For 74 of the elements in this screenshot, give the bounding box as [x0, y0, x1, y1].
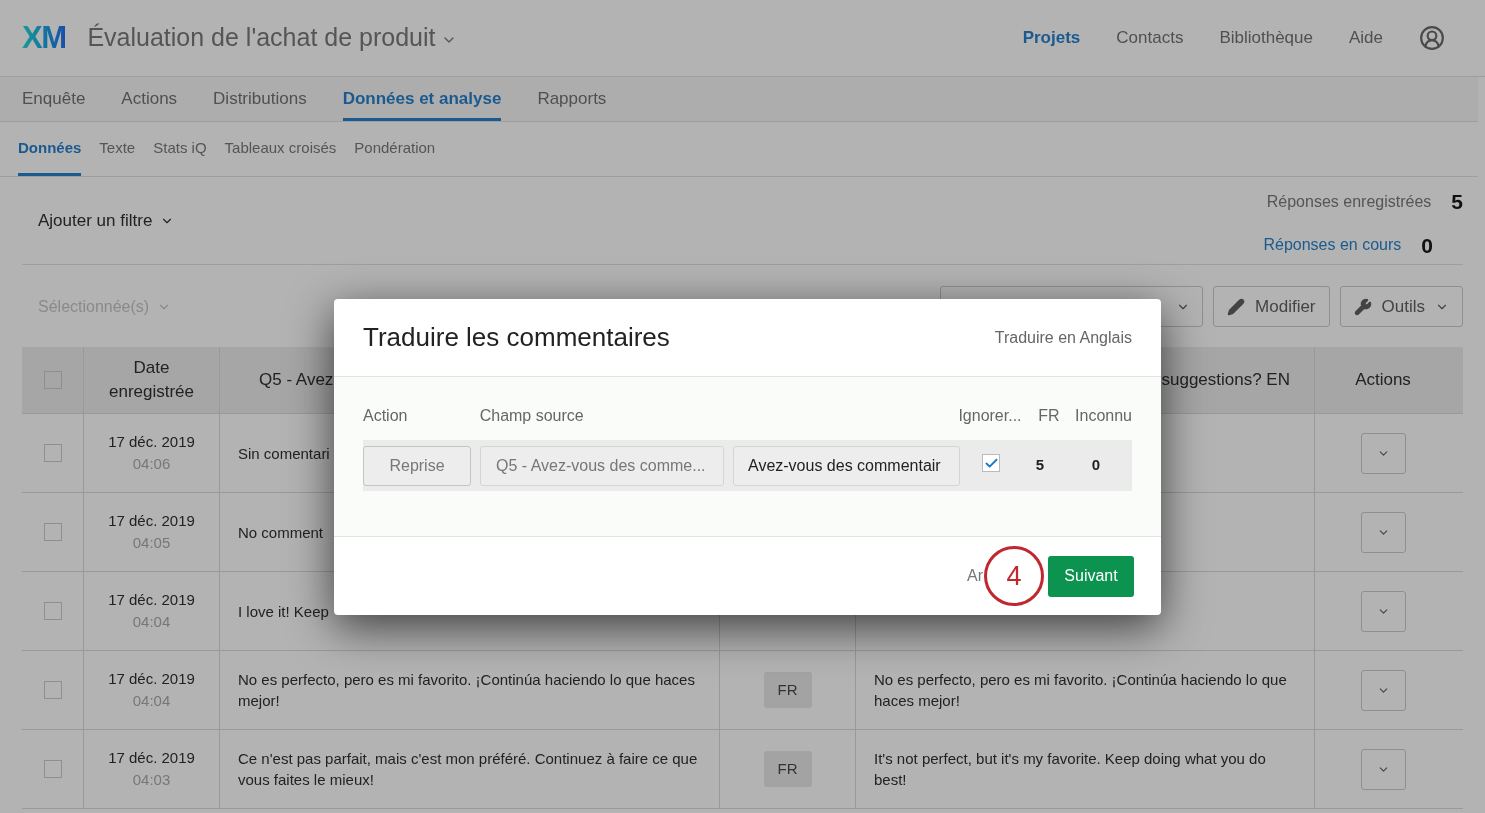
time-text: 04:03 — [132, 770, 171, 790]
subtab[interactable]: Texte — [99, 122, 136, 176]
target-language: Traduire en Anglais — [994, 327, 1132, 348]
table-cell-text: It's not perfect, but it's my favorite. Keep doing what you do best! — [874, 749, 1267, 790]
column-header: Ignorer... — [958, 406, 1023, 426]
project-title[interactable]: Évaluation de l'achat de produit — [87, 19, 436, 57]
checkbox[interactable] — [43, 523, 62, 541]
checkbox[interactable] — [43, 602, 62, 620]
count-value: 5 — [1451, 189, 1463, 215]
subtab[interactable]: Tableaux croisés — [224, 122, 337, 176]
date-text: 17 déc. 2019 — [108, 589, 195, 610]
nav-link[interactable]: Bibliothèque — [1219, 25, 1313, 51]
user-icon[interactable] — [1419, 25, 1445, 51]
time-text: 04:04 — [132, 612, 171, 632]
step-number-callout: 4 — [984, 546, 1044, 606]
table-cell-text: No comment — [238, 522, 324, 543]
checkbox[interactable] — [43, 681, 62, 699]
column-header: suggestions? EN — [1161, 369, 1290, 392]
tab[interactable]: Distributions — [213, 77, 307, 121]
time-text: 04:04 — [132, 691, 171, 711]
date-text: 17 déc. 2019 — [108, 510, 195, 531]
language-tag: FR — [763, 750, 812, 788]
action-button[interactable]: Reprise — [363, 445, 471, 486]
subtab[interactable]: Données — [18, 122, 82, 176]
subtab[interactable]: Stats iQ — [153, 122, 207, 176]
toolbar-button[interactable]: Outils — [1339, 286, 1463, 327]
add-filter-button[interactable]: Ajouter un filtre — [38, 207, 175, 234]
date-text: 17 déc. 2019 — [108, 747, 195, 768]
tab[interactable]: Données et analyse — [342, 77, 502, 121]
column-header: Action — [363, 406, 409, 426]
next-button[interactable]: Suivant — [1048, 555, 1134, 597]
count-value: 0 — [1421, 232, 1433, 259]
source-field[interactable]: Q5 - Avez-vous des comme... — [480, 445, 724, 486]
cancel-link[interactable]: Ar — [967, 564, 983, 588]
time-text: 04:06 — [132, 454, 171, 474]
tab[interactable]: Rapports — [537, 77, 607, 121]
table-cell-text: No es perfecto, pero es mi favorito. ¡Continúa haciendo lo que haces mejor! — [874, 670, 1288, 711]
column-header: Actions — [1355, 369, 1411, 392]
row-menu-button[interactable] — [1360, 669, 1406, 711]
nav-link[interactable]: Projets — [1022, 25, 1081, 51]
column-header: Champ source — [479, 406, 585, 426]
column-header: FR — [1038, 406, 1061, 426]
table-cell-text: Ce n'est pas parfait, mais c'est mon préféré. Continuez à faire ce que vous faites le mieux! — [238, 749, 699, 790]
unknown-count: 0 — [1090, 455, 1102, 476]
tab[interactable]: Actions — [121, 77, 178, 121]
row-menu-button[interactable] — [1360, 511, 1406, 553]
nav-link[interactable]: Contacts — [1116, 25, 1184, 51]
field-name-input[interactable]: Avez-vous des commentair — [733, 445, 960, 486]
column-header: Q5 - Avez — [259, 369, 334, 392]
subtab[interactable]: Pondération — [354, 122, 436, 176]
nav-link[interactable]: Aide — [1348, 25, 1383, 51]
wrench-icon — [1353, 297, 1372, 316]
checkbox[interactable] — [43, 444, 62, 462]
row-menu-button[interactable] — [1360, 748, 1406, 790]
column-header: Date enregistrée — [107, 357, 196, 403]
time-text: 04:05 — [132, 533, 171, 553]
checkbox[interactable] — [43, 760, 62, 778]
table-cell-text: Sin comentari — [238, 443, 330, 464]
dialog-title: Traduire les commentaires — [363, 321, 670, 354]
checkbox[interactable] — [982, 454, 1000, 472]
count-label: Réponses enregistrées — [1266, 191, 1432, 212]
table-cell-text: No es perfecto, pero es mi favorito. ¡Continúa haciendo lo que haces mejor! — [238, 670, 696, 711]
language-tag: FR — [763, 671, 812, 709]
tab[interactable]: Enquête — [22, 77, 86, 121]
column-header: Inconnu — [1075, 406, 1132, 426]
count-link[interactable]: Réponses en cours — [1263, 233, 1402, 258]
row-menu-button[interactable] — [1360, 590, 1406, 632]
table-cell-text: I love it! Keep — [238, 601, 329, 622]
fr-count: 5 — [1034, 455, 1046, 476]
toolbar-button[interactable]: Modifier — [1213, 286, 1330, 327]
date-text: 17 déc. 2019 — [108, 431, 195, 452]
row-menu-button[interactable] — [1360, 432, 1406, 474]
date-text: 17 déc. 2019 — [108, 668, 195, 689]
pencil-icon — [1227, 297, 1246, 316]
